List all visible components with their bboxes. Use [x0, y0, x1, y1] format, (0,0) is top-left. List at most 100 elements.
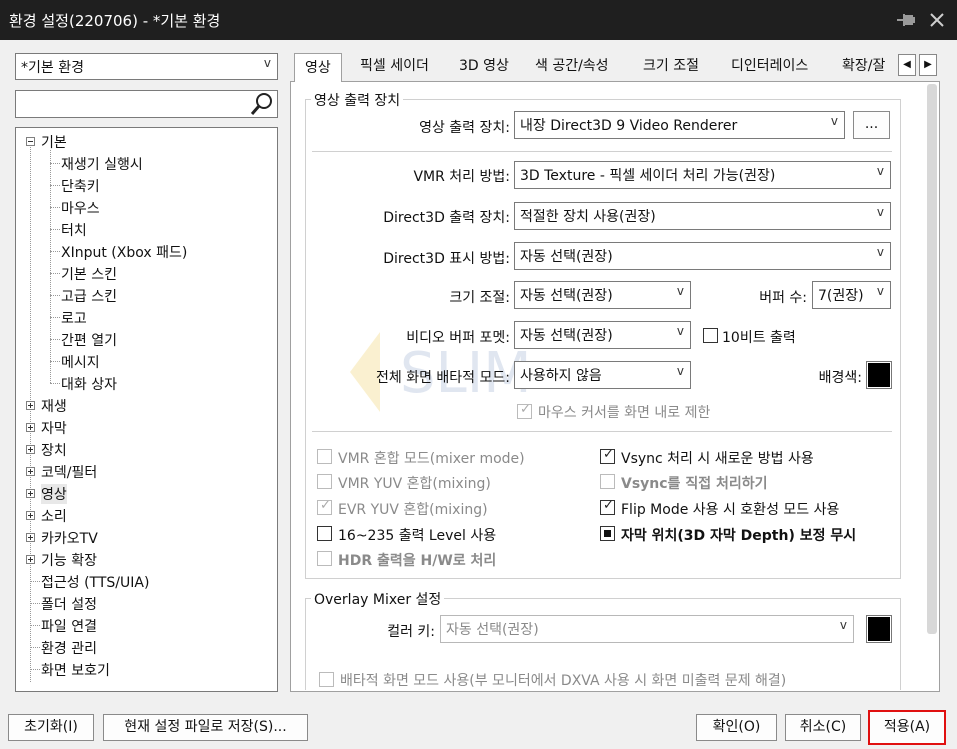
buffer-count-label: 버퍼 수: — [759, 290, 807, 306]
tree-item[interactable]: 폴더 설정 — [41, 594, 97, 614]
level-label: 16~235 출력 Level 사용 — [338, 528, 497, 544]
background-color-swatch[interactable] — [866, 361, 892, 389]
mouse-limit-checkbox[interactable]: ✓ — [517, 402, 532, 419]
buffer-count-select[interactable]: 7(권장) v — [812, 281, 891, 309]
search-input[interactable] — [15, 90, 278, 118]
expand-icon[interactable] — [26, 533, 35, 542]
expand-icon[interactable] — [26, 467, 35, 476]
tree-item[interactable]: 고급 스킨 — [61, 286, 117, 306]
chevron-down-icon: v — [876, 164, 884, 178]
tree-item-collapsed[interactable]: 장치 — [41, 440, 67, 460]
exclusive-mode-label: 배타적 화면 모드 사용(부 모니터에서 DXVA 사용 시 화면 미출력 문제… — [340, 673, 787, 689]
tree-item-collapsed[interactable]: 소리 — [41, 506, 67, 526]
output-device-select[interactable]: 내장 Direct3D 9 Video Renderer v — [514, 111, 845, 139]
chevron-down-icon: v — [876, 284, 884, 298]
tree-item[interactable]: 터치 — [61, 220, 87, 240]
vsync-new-checkbox[interactable]: ✓ — [600, 447, 615, 464]
settings-tree: 기본 재생기 실행시 단축키 마우스 터치 XInput (Xbox 패드) 기… — [15, 127, 278, 692]
flip-mode-checkbox[interactable]: ✓ — [600, 498, 615, 515]
vertical-scrollbar[interactable] — [927, 84, 937, 634]
apply-button[interactable]: 적용(A) — [868, 710, 946, 745]
tree-item[interactable]: 접근성 (TTS/UIA) — [41, 572, 149, 592]
tree-item-basic[interactable]: 기본 — [41, 132, 67, 152]
level-checkbox[interactable] — [317, 526, 332, 541]
expand-icon[interactable] — [26, 423, 35, 432]
tab-scroll-right-icon[interactable]: ▶ — [919, 54, 937, 76]
ok-button[interactable]: 확인(O) — [696, 714, 777, 741]
hdr-checkbox[interactable] — [317, 551, 332, 566]
d3d-device-select[interactable]: 적절한 장치 사용(권장) v — [514, 202, 891, 230]
vmr-method-label: VMR 처리 방법: — [413, 169, 510, 185]
d3d-device-label: Direct3D 출력 장치: — [383, 210, 510, 226]
tree-item-collapsed[interactable]: 카카오TV — [41, 528, 98, 548]
profile-select[interactable]: *기본 환경 v — [15, 53, 278, 80]
color-key-swatch[interactable] — [866, 615, 892, 643]
tab-color-space[interactable]: 색 공간/속성 — [535, 55, 609, 75]
tab-deinterlace[interactable]: 디인터레이스 — [731, 55, 808, 75]
tree-item-collapsed[interactable]: 기능 확장 — [41, 550, 97, 570]
pin-icon[interactable] — [896, 9, 918, 31]
tree-item-collapsed[interactable]: 코덱/필터 — [41, 462, 97, 482]
tree-item[interactable]: 화면 보호기 — [41, 660, 110, 680]
color-key-select[interactable]: 자동 선택(권장) v — [440, 615, 854, 643]
tree-item[interactable]: 로고 — [61, 308, 87, 328]
output-device-value: 내장 Direct3D 9 Video Renderer — [520, 118, 738, 134]
tree-item-collapsed[interactable]: 자막 — [41, 418, 67, 438]
expand-icon[interactable] — [26, 401, 35, 410]
fullscreen-exclusive-select[interactable]: 사용하지 않음 v — [514, 361, 691, 389]
subtitle-depth-label: 자막 위치(3D 자막 Depth) 보정 무시 — [621, 528, 857, 544]
tree-item[interactable]: 파일 연결 — [41, 616, 97, 636]
video-buffer-format-select[interactable]: 자동 선택(권장) v — [514, 321, 691, 349]
chevron-down-icon: v — [263, 56, 271, 70]
d3d-display-select[interactable]: 자동 선택(권장) v — [514, 242, 891, 270]
exclusive-mode-checkbox[interactable] — [319, 672, 334, 687]
vmr-mixer-checkbox[interactable] — [317, 449, 332, 464]
tab-resize[interactable]: 크기 조절 — [643, 55, 699, 75]
tree-item-video-selected[interactable]: 영상 — [41, 484, 67, 504]
cancel-button[interactable]: 취소(C) — [785, 714, 861, 741]
tab-3d-video[interactable]: 3D 영상 — [459, 55, 509, 75]
tab-extension[interactable]: 확장/잘 — [842, 55, 894, 75]
tree-item[interactable]: 기본 스킨 — [61, 264, 117, 284]
tab-pixel-shader[interactable]: 픽셀 세이더 — [360, 55, 429, 75]
tree-item-collapsed[interactable]: 재생 — [41, 396, 67, 416]
tenbit-output-label: 10비트 출력 — [722, 330, 796, 346]
title-bar: 환경 설정(220706) - *기본 환경 — [0, 0, 957, 40]
evr-yuv-checkbox[interactable]: ✓ — [317, 498, 332, 515]
browse-button[interactable]: ... — [853, 111, 890, 139]
tenbit-output-checkbox[interactable] — [703, 328, 718, 343]
overlay-group-title: Overlay Mixer 설정 — [311, 589, 445, 609]
vmr-yuv-label: VMR YUV 혼합(mixing) — [338, 476, 491, 492]
tree-item[interactable]: XInput (Xbox 패드) — [61, 242, 187, 262]
vsync-direct-label: Vsync를 직접 처리하기 — [621, 476, 768, 492]
tree-item[interactable]: 단축키 — [61, 176, 100, 196]
tab-scroll-left-icon[interactable]: ◀ — [898, 54, 916, 76]
close-icon[interactable] — [926, 9, 948, 31]
expand-icon[interactable] — [26, 489, 35, 498]
expand-icon[interactable] — [26, 511, 35, 520]
resize-select[interactable]: 자동 선택(권장) v — [514, 281, 691, 309]
chevron-down-icon: v — [676, 284, 684, 298]
video-buffer-format-value: 자동 선택(권장) — [520, 328, 613, 344]
color-key-value: 자동 선택(권장) — [446, 622, 539, 638]
reset-button[interactable]: 초기화(I) — [8, 714, 94, 741]
collapse-icon[interactable] — [26, 137, 35, 146]
mouse-limit-label: 마우스 커서를 화면 내로 제한 — [538, 405, 711, 421]
tree-item[interactable]: 환경 관리 — [41, 638, 97, 658]
save-settings-file-button[interactable]: 현재 설정 파일로 저장(S)... — [103, 714, 308, 741]
search-icon[interactable] — [248, 91, 276, 117]
expand-icon[interactable] — [26, 555, 35, 564]
tree-item[interactable]: 간편 열기 — [61, 330, 117, 350]
vsync-direct-checkbox[interactable] — [600, 474, 615, 489]
tree-item[interactable]: 메시지 — [61, 352, 100, 372]
buffer-count-value: 7(권장) — [818, 288, 864, 304]
tab-video[interactable]: 영상 — [294, 53, 342, 82]
tree-item[interactable]: 대화 상자 — [61, 374, 117, 394]
tree-item[interactable]: 마우스 — [61, 198, 100, 218]
vmr-method-select[interactable]: 3D Texture - 픽셀 세이더 처리 가능(권장) v — [514, 161, 891, 189]
subtitle-depth-checkbox[interactable] — [600, 526, 615, 541]
resize-label: 크기 조절: — [449, 290, 510, 306]
tree-item[interactable]: 재생기 실행시 — [61, 154, 143, 174]
expand-icon[interactable] — [26, 445, 35, 454]
vmr-yuv-checkbox[interactable] — [317, 474, 332, 489]
